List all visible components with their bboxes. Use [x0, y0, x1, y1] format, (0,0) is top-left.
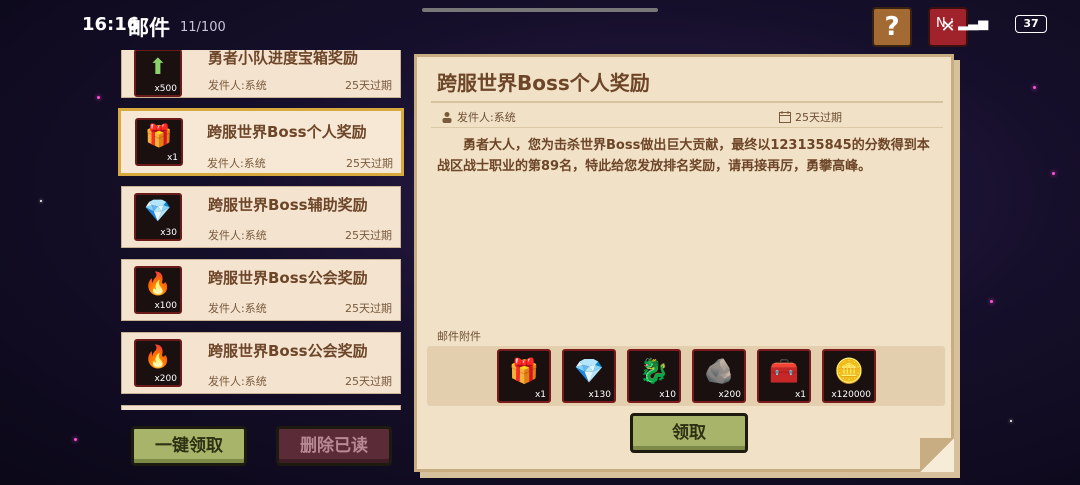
mail-item-title: 跨服世界Boss公会奖励 [208, 269, 368, 287]
drag-handle[interactable] [422, 8, 658, 12]
page-title: 邮件 [128, 16, 170, 40]
star-decoration [40, 200, 42, 202]
divider [431, 127, 943, 128]
item-quantity: x1 [166, 153, 178, 163]
attachment-quantity: x130 [588, 390, 611, 400]
expire-text: 25天过期 [795, 111, 842, 124]
delete-read-button[interactable]: 删除已读 [276, 426, 392, 466]
mail-detail-expire: 25天过期 [779, 109, 842, 125]
gift-box-icon[interactable]: 🎁 x1 [497, 349, 551, 403]
mail-item-expire: 25天过期 [345, 79, 392, 92]
attachment-quantity: x120000 [831, 390, 871, 400]
mail-count: 11/100 [180, 20, 226, 35]
mail-item-expire: 25天过期 [346, 157, 393, 170]
star-decoration [1010, 420, 1012, 422]
mail-item-sender: 发件人:系统 [207, 157, 266, 170]
claim-all-button[interactable]: 一键领取 [131, 426, 247, 466]
red-chest-icon[interactable]: 🧰 x1 [757, 349, 811, 403]
battery-icon: 37 [1015, 15, 1047, 33]
attachment-quantity: x1 [794, 390, 806, 400]
attachment-glyph: 🐉 [639, 357, 669, 385]
mail-item-partial[interactable] [121, 405, 401, 410]
gold-coin-icon[interactable]: 🪙 x120000 [822, 349, 876, 403]
mail-item-title: 跨服世界Boss公会奖励 [208, 342, 368, 360]
star-decoration [74, 438, 77, 441]
divider [431, 101, 943, 103]
gift-box-icon: 🎁 x1 [135, 118, 183, 166]
network-icon: N ⁝ ▂▃▅ [936, 16, 989, 31]
mail-detail-title: 跨服世界Boss个人奖励 [437, 71, 650, 95]
diamond-icon: 💎 x30 [134, 193, 182, 241]
attachment-glyph: 🪙 [834, 357, 864, 385]
item-glyph: 💎 [144, 199, 172, 224]
attachment-quantity: x1 [534, 390, 546, 400]
attachment-quantity: x200 [718, 390, 741, 400]
mail-item-selected[interactable]: 🎁 x1 跨服世界Boss个人奖励 发件人:系统 25天过期 [118, 108, 404, 176]
status-bar: 16:16 邮件 11/100 ? ✕ N ⁝ ▂▃▅ 37 [0, 0, 1080, 50]
item-quantity: x30 [160, 228, 177, 238]
item-quantity: x200 [154, 374, 177, 384]
calendar-icon [779, 111, 791, 123]
mail-detail-sender: 发件人:系统 [441, 109, 516, 125]
mail-item-expire: 25天过期 [345, 375, 392, 388]
attachment-quantity: x10 [659, 390, 676, 400]
red-pet-icon[interactable]: 🐉 x10 [627, 349, 681, 403]
mail-item-title: 勇者小队进度宝箱奖励 [208, 50, 359, 67]
attachment-glyph: 💎 [574, 357, 604, 385]
green-arrow-icon: ⬆ x500 [134, 50, 182, 97]
item-glyph: 🔥 [144, 272, 172, 297]
item-glyph: 🎁 [145, 124, 173, 149]
mail-item[interactable]: ⬆ x500 勇者小队进度宝箱奖励 发件人:系统 25天过期 [121, 50, 401, 98]
person-icon [442, 112, 452, 123]
purple-flame-icon: 🔥 x200 [134, 339, 182, 387]
page-fold-corner [920, 438, 954, 472]
star-decoration [990, 300, 993, 303]
item-glyph: ⬆ [148, 55, 168, 80]
mail-body: 勇者大人，您为击杀世界Boss做出巨大贡献，最终以123135845的分数得到本… [437, 138, 930, 174]
item-quantity: x500 [154, 84, 177, 94]
attachment-glyph: 🎁 [509, 357, 539, 385]
mail-item-title: 跨服世界Boss辅助奖励 [208, 196, 368, 214]
mail-item-expire: 25天过期 [345, 229, 392, 242]
attachment-glyph: 🧰 [769, 357, 799, 385]
mail-item-sender: 发件人:系统 [208, 375, 267, 388]
star-decoration [1033, 86, 1036, 89]
mail-item[interactable]: 💎 x30 跨服世界Boss辅助奖励 发件人:系统 25天过期 [121, 186, 401, 248]
mail-detail-panel: 跨服世界Boss个人奖励 发件人:系统 25天过期 勇者大人，您为击杀世界Bos… [414, 54, 954, 472]
item-glyph: 🔥 [144, 345, 172, 370]
claim-button[interactable]: 领取 [630, 413, 748, 453]
mail-item-title: 跨服世界Boss个人奖励 [207, 123, 367, 141]
mail-item-sender: 发件人:系统 [208, 302, 267, 315]
attachment-glyph: 🪨 [704, 357, 734, 385]
purple-flame-icon: 🔥 x100 [134, 266, 182, 314]
mail-item-sender: 发件人:系统 [208, 229, 267, 242]
star-decoration [97, 96, 100, 99]
mail-item-expire: 25天过期 [345, 302, 392, 315]
mail-item[interactable]: 🔥 x200 跨服世界Boss公会奖励 发件人:系统 25天过期 [121, 332, 401, 394]
help-button[interactable]: ? [872, 7, 912, 47]
attachments-label: 邮件附件 [437, 330, 481, 343]
mail-item[interactable]: 🔥 x100 跨服世界Boss公会奖励 发件人:系统 25天过期 [121, 259, 401, 321]
mail-item-sender: 发件人:系统 [208, 79, 267, 92]
mail-list[interactable]: ⬆ x500 勇者小队进度宝箱奖励 发件人:系统 25天过期 🎁 x1 跨服世界… [118, 50, 408, 410]
diamond-icon[interactable]: 💎 x130 [562, 349, 616, 403]
dark-crystal-icon[interactable]: 🪨 x200 [692, 349, 746, 403]
sender-text: 发件人:系统 [457, 111, 516, 124]
item-quantity: x100 [154, 301, 177, 311]
star-decoration [1052, 172, 1055, 175]
